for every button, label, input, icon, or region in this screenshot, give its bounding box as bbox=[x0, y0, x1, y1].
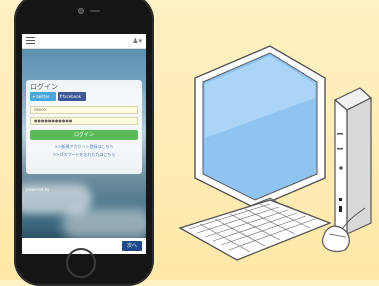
app-header: ♟▾ bbox=[22, 34, 146, 49]
keyboard bbox=[178, 199, 332, 261]
phone-screen: ♟▾ ログイン ✦twitter ffacebook seeco ●●●●●●●… bbox=[22, 34, 146, 254]
login-title: ログイン bbox=[30, 83, 58, 91]
forgot-password-link[interactable]: >>パスワードを忘れた方はこちら bbox=[26, 152, 142, 158]
speaker-slot bbox=[90, 10, 100, 12]
next-button[interactable]: 次へ bbox=[122, 241, 142, 251]
login-button[interactable]: ログイン bbox=[30, 130, 138, 140]
twitter-icon: ✦ bbox=[32, 94, 36, 99]
powered-by-text: powered by bbox=[26, 187, 50, 192]
twitter-login-button[interactable]: ✦twitter bbox=[30, 92, 56, 101]
pc-tower bbox=[333, 87, 373, 236]
new-account-link[interactable]: >>新規アカウント登録はこちら bbox=[26, 144, 142, 150]
front-camera-icon bbox=[78, 8, 84, 14]
facebook-login-button[interactable]: ffacebook bbox=[58, 92, 86, 101]
hamburger-menu-icon[interactable] bbox=[26, 37, 35, 45]
password-input[interactable]: ●●●●●●●●●●● bbox=[30, 117, 138, 125]
login-panel: ログイン ✦twitter ffacebook seeco ●●●●●●●●●●… bbox=[26, 80, 142, 174]
home-button bbox=[66, 248, 96, 278]
user-icon[interactable]: ♟▾ bbox=[132, 36, 142, 46]
facebook-icon: f bbox=[60, 94, 62, 99]
smartphone: ♟▾ ログイン ✦twitter ffacebook seeco ●●●●●●●… bbox=[14, 0, 154, 286]
desktop-computer-illustration bbox=[178, 45, 373, 261]
username-input[interactable]: seeco bbox=[30, 106, 138, 114]
